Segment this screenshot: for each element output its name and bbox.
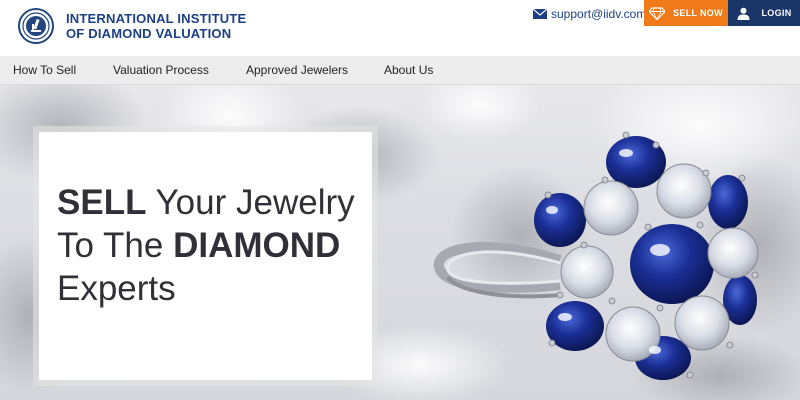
diamond-icon (649, 6, 666, 20)
headline-your-jewelry: Your Jewelry (146, 183, 355, 222)
headline-sell: SELL (57, 183, 147, 222)
site-header: INTERNATIONAL INSTITUTE OF DIAMOND VALUA… (0, 0, 800, 56)
nav-item-approved-jewelers[interactable]: Approved Jewelers (246, 63, 348, 77)
brand-name[interactable]: INTERNATIONAL INSTITUTE OF DIAMOND VALUA… (66, 11, 246, 41)
hero-headline: SELL Your Jewelry To The DIAMOND Experts (57, 181, 355, 310)
main-nav: How To Sell Valuation Process Approved J… (0, 56, 800, 85)
nav-item-valuation-process[interactable]: Valuation Process (113, 63, 209, 77)
support-email-link[interactable]: support@iidv.com (533, 5, 646, 23)
login-button[interactable]: LOGIN (728, 0, 800, 26)
user-icon (737, 7, 749, 20)
headline-line-2: To The DIAMOND (57, 224, 355, 267)
envelope-icon (533, 9, 547, 19)
headline-diamond: DIAMOND (173, 226, 341, 265)
brand-name-line1: INTERNATIONAL INSTITUTE (66, 11, 247, 26)
headline-line-3: Experts (57, 269, 176, 308)
login-label: LOGIN (761, 8, 792, 18)
headline-line-1: SELL Your Jewelry (57, 181, 355, 224)
brand-name-line2: OF DIAMOND VALUATION (66, 26, 232, 41)
support-email: support@iidv.com (551, 7, 647, 21)
nav-item-about-us[interactable]: About Us (384, 63, 433, 77)
hero-banner: SELL Your Jewelry To The DIAMOND Experts (0, 85, 800, 400)
nav-item-how-to-sell[interactable]: How To Sell (13, 63, 76, 77)
headline-to-the: To The (57, 226, 174, 265)
sell-now-label: SELL NOW (673, 8, 723, 18)
sell-now-button[interactable]: SELL NOW (644, 0, 728, 26)
iidv-logo-icon[interactable] (18, 8, 54, 44)
